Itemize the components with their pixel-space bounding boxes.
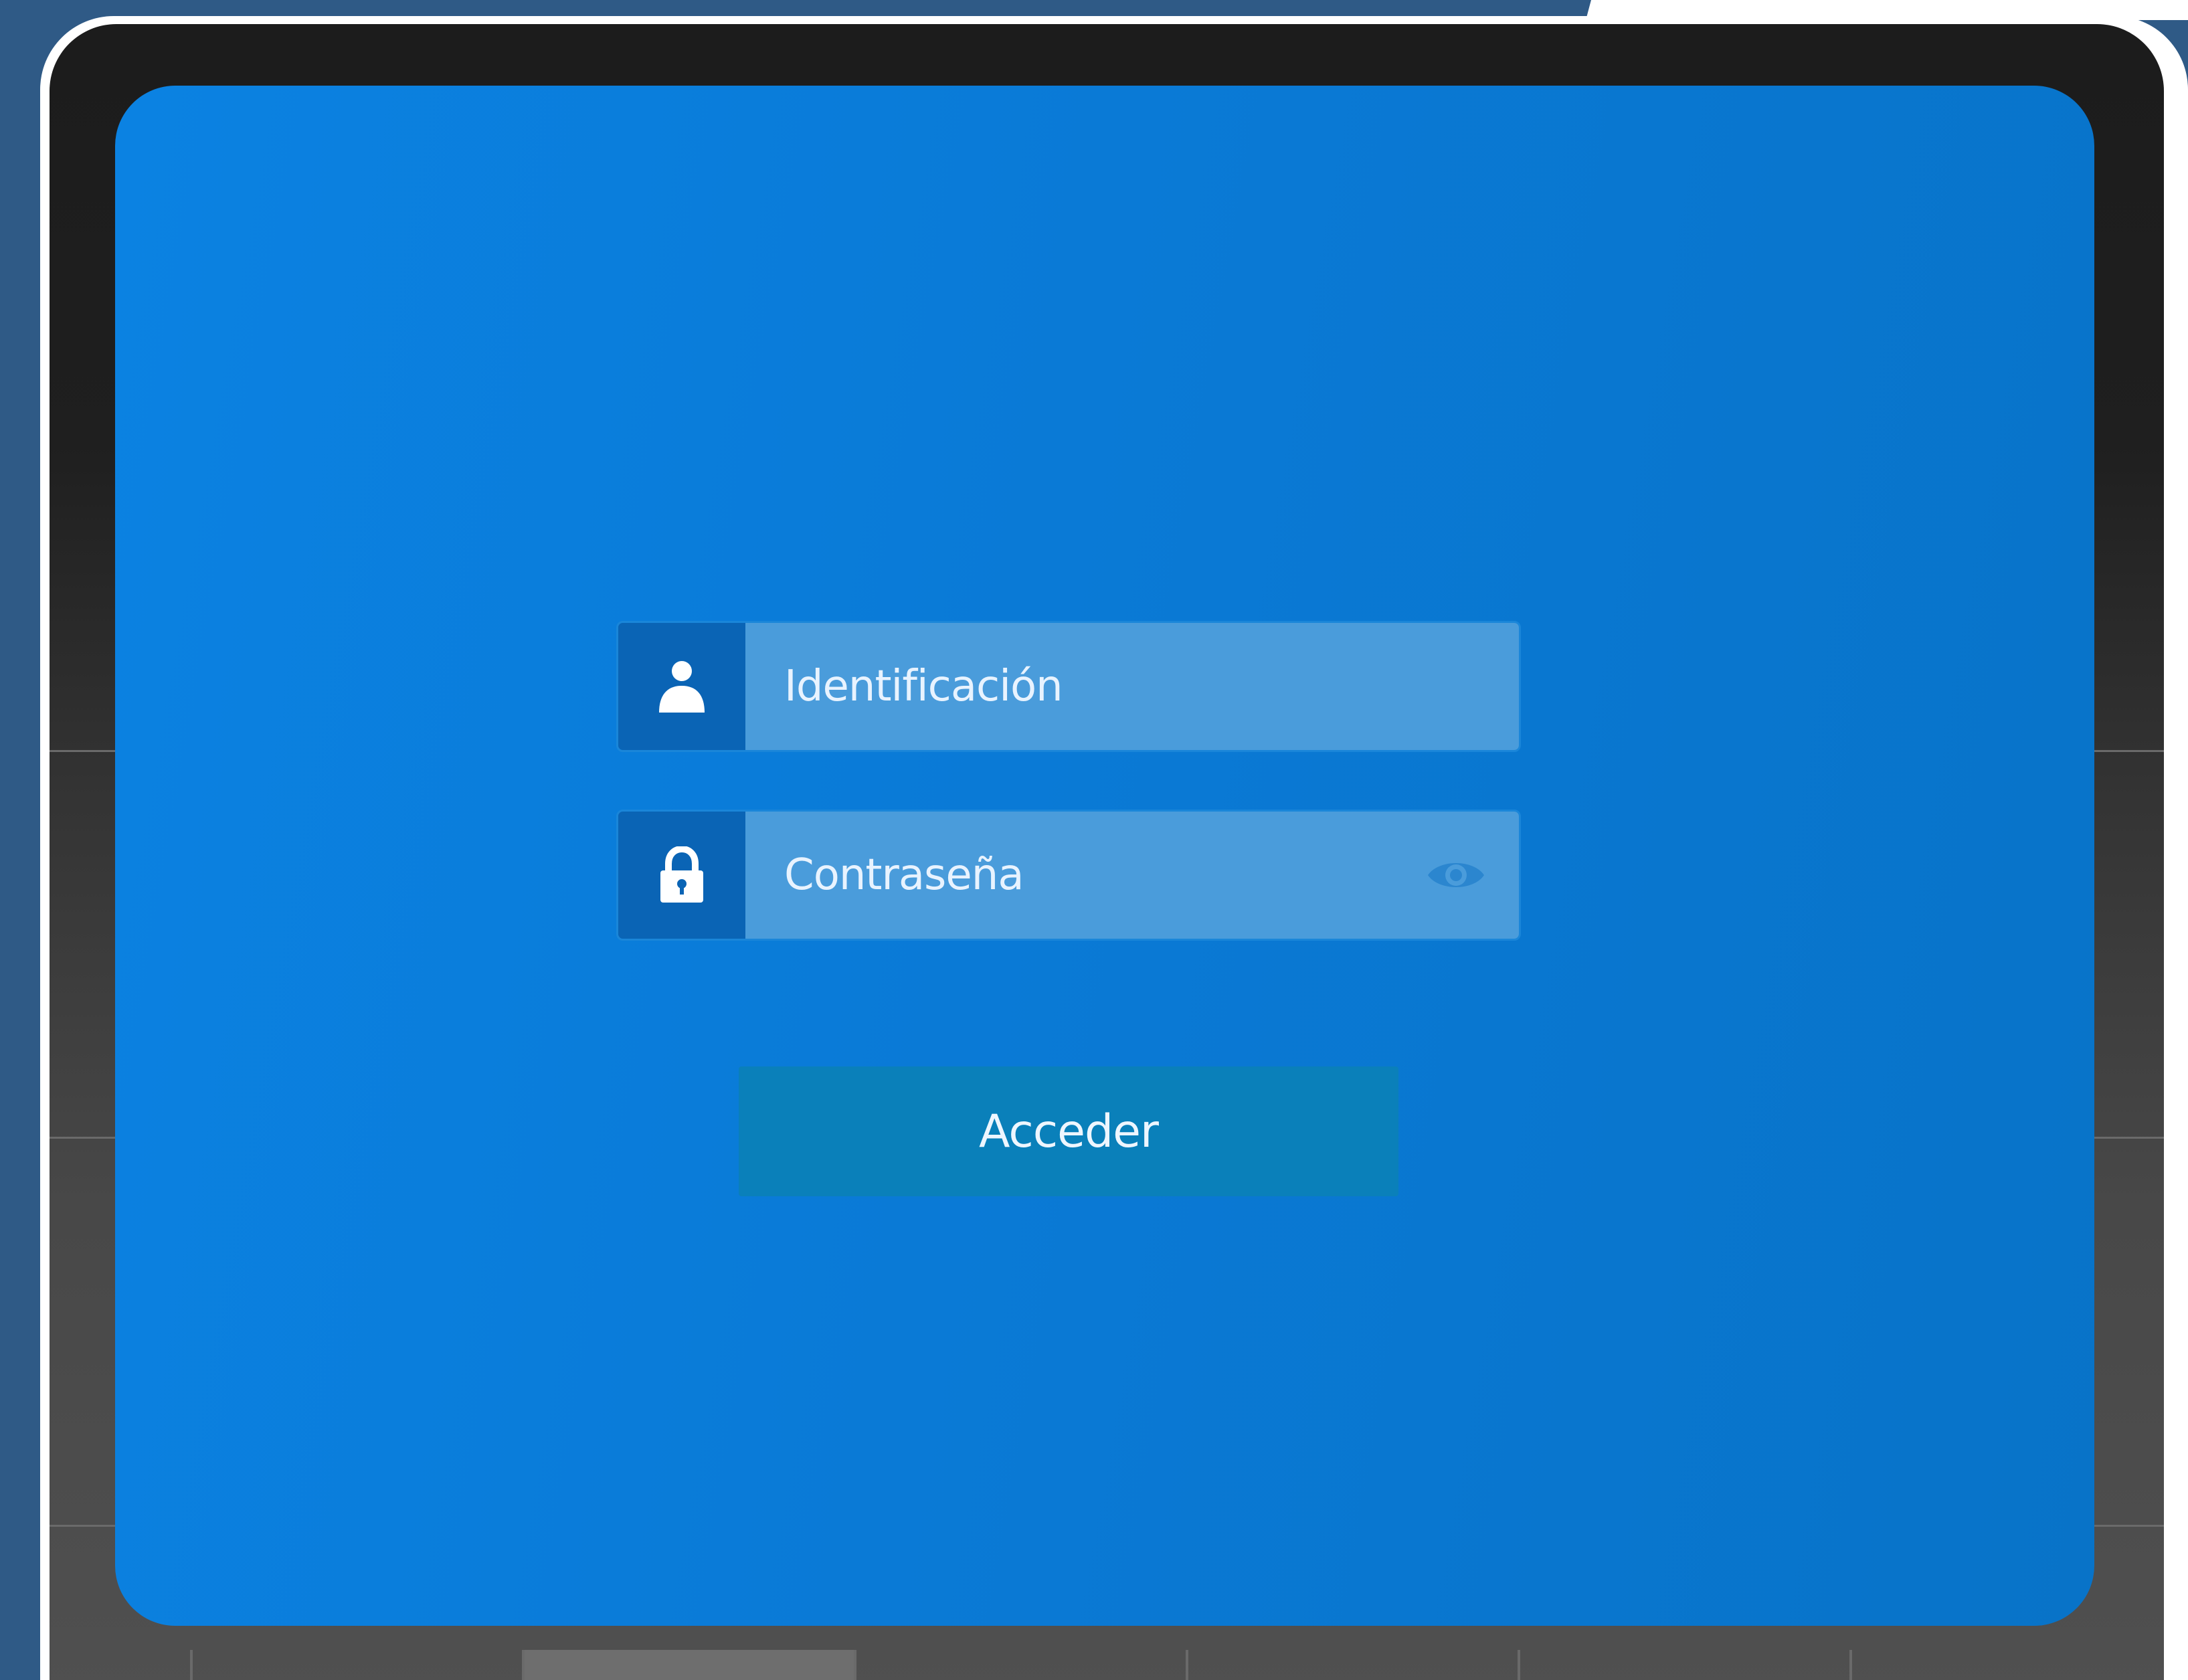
grid-divider (190, 1650, 193, 1680)
grid-cell (525, 1650, 854, 1680)
username-placeholder: Identificación (784, 662, 1063, 711)
grid-divider (1849, 1650, 1852, 1680)
username-input[interactable]: Identificación (745, 623, 1519, 750)
grid-divider (1186, 1650, 1188, 1680)
password-addon (618, 812, 745, 939)
grid-divider (522, 1650, 525, 1680)
grid-divider (1518, 1650, 1520, 1680)
eye-icon[interactable] (1425, 855, 1487, 895)
username-addon (618, 623, 745, 750)
password-field[interactable]: Contraseña (616, 810, 1521, 941)
username-field[interactable]: Identificación (616, 621, 1521, 752)
user-icon (659, 661, 705, 713)
password-placeholder: Contraseña (784, 850, 1024, 900)
grid-divider (854, 1650, 856, 1680)
lock-icon (660, 846, 703, 903)
password-input[interactable]: Contraseña (745, 812, 1519, 939)
login-panel: Identificación Contraseña Acceder (115, 86, 2094, 1626)
submit-button[interactable]: Acceder (739, 1066, 1398, 1196)
